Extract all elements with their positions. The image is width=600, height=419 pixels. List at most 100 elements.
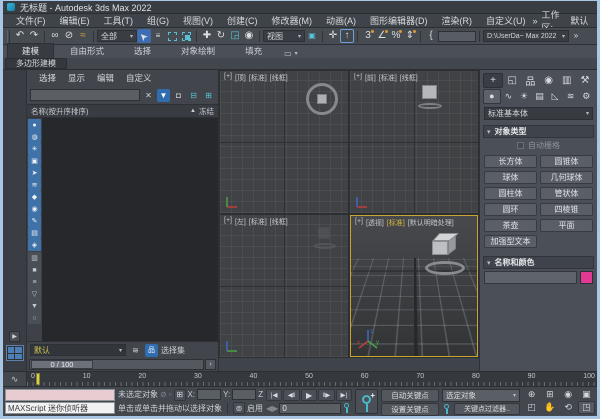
previous-frame-button[interactable]: ◀‖ bbox=[283, 389, 300, 401]
select-by-name-icon[interactable]: ≡ bbox=[151, 29, 165, 43]
go-to-end-button[interactable]: ▶| bbox=[335, 389, 353, 401]
time-slider-thumb[interactable]: 0 / 100 bbox=[31, 360, 93, 369]
viewport-menu-renderer[interactable]: [标准] bbox=[379, 73, 397, 83]
viewport-menu-shading[interactable]: [线框] bbox=[270, 217, 288, 227]
viewport-menu-shading[interactable]: [线框] bbox=[400, 73, 418, 83]
viewport-menu-general[interactable]: [+] bbox=[354, 73, 362, 83]
primitive-button[interactable]: 圆柱体 bbox=[484, 187, 537, 200]
current-frame-field[interactable] bbox=[279, 402, 341, 414]
menu-item[interactable]: 自定义(U) bbox=[479, 14, 533, 27]
motion-tab-icon[interactable]: ◉ bbox=[540, 73, 558, 88]
explorer-tool-icon[interactable]: ○ bbox=[28, 312, 41, 324]
next-frame-button[interactable]: › bbox=[205, 359, 216, 370]
maximize-viewport-icon[interactable]: ◳ bbox=[577, 401, 595, 414]
object-name-field[interactable] bbox=[484, 271, 577, 284]
viewport-menu-general[interactable]: [+] bbox=[355, 218, 363, 228]
menu-item[interactable]: 文件(F) bbox=[9, 14, 53, 27]
menu-item[interactable]: 组(G) bbox=[140, 14, 176, 27]
viewport-menu-general[interactable]: [+] bbox=[224, 217, 232, 227]
explorer-tool-icon[interactable]: ≡ bbox=[28, 276, 41, 288]
menu-item[interactable]: 动画(A) bbox=[319, 14, 363, 27]
explorer-tool-icon[interactable]: ■ bbox=[28, 264, 41, 276]
toolbar-grip[interactable] bbox=[7, 29, 10, 43]
explorer-menu-item[interactable]: 显示 bbox=[64, 72, 89, 84]
explorer-tool-icon[interactable]: ▼ bbox=[28, 300, 41, 312]
move-icon[interactable]: ✚ bbox=[200, 29, 214, 43]
ribbon-tab-selection[interactable]: 选择 bbox=[120, 44, 165, 58]
lock-icon[interactable]: ◘ bbox=[172, 89, 185, 102]
clear-search-icon[interactable]: ✕ bbox=[142, 89, 155, 102]
menu-item[interactable]: 渲染(R) bbox=[435, 14, 480, 27]
spacewarps-category-icon[interactable]: ≋ bbox=[563, 89, 579, 104]
primitive-button[interactable]: 平面 bbox=[540, 219, 593, 232]
ribbon-tab-modeling[interactable]: 建模 bbox=[7, 43, 55, 58]
zoom-extents-all-icon[interactable]: ▣ bbox=[577, 389, 595, 400]
use-pivot-center-icon[interactable]: ▣ bbox=[305, 29, 319, 43]
explorer-menu-item[interactable]: 编辑 bbox=[93, 72, 118, 84]
zoom-extents-icon[interactable]: ◉ bbox=[559, 389, 577, 400]
go-to-start-button[interactable]: |◀ bbox=[266, 389, 283, 401]
expand-all-icon[interactable]: ⊟ bbox=[187, 89, 200, 102]
menu-item[interactable]: 工具(T) bbox=[97, 14, 141, 27]
viewport-menu-pov[interactable]: [前] bbox=[365, 73, 376, 83]
display-filter-icon[interactable]: ◆ bbox=[28, 191, 41, 203]
zoom-region-icon[interactable]: ◰ bbox=[523, 401, 541, 414]
display-filter-icon[interactable]: ◉ bbox=[28, 203, 41, 215]
maxscript-mini-listener[interactable]: MAXScript 迷你侦听器 bbox=[5, 388, 115, 415]
display-filter-icon[interactable]: ➤ bbox=[28, 167, 41, 179]
select-object-icon[interactable]: ➤ bbox=[137, 29, 151, 43]
primitive-button[interactable]: 加强型文本 bbox=[484, 235, 537, 248]
ribbon-tab-populate[interactable]: 填充 bbox=[231, 44, 276, 58]
placement-icon[interactable]: ◉ bbox=[242, 29, 256, 43]
primitive-button[interactable]: 圆环 bbox=[484, 203, 537, 216]
viewcube[interactable] bbox=[418, 85, 444, 111]
primitive-category-dropdown[interactable]: 标准基本体 bbox=[484, 107, 593, 120]
object-type-rollout[interactable]: 对象类型 bbox=[483, 125, 594, 138]
absolute-mode-icon[interactable]: ⊞ bbox=[173, 388, 186, 401]
collapse-all-icon[interactable]: ⊞ bbox=[202, 89, 215, 102]
set-key-button[interactable]: 设置关键点 bbox=[381, 403, 439, 416]
primitive-button[interactable]: 圆锥体 bbox=[540, 155, 593, 168]
key-filter-icon[interactable] bbox=[442, 403, 452, 415]
viewport-front[interactable]: [+] [前] [标准] [线框] bbox=[350, 71, 478, 213]
viewcube[interactable] bbox=[306, 83, 338, 115]
primitive-button[interactable]: 茶壶 bbox=[484, 219, 537, 232]
primitive-button[interactable]: 球体 bbox=[484, 171, 537, 184]
time-ruler[interactable]: 0 10 20 30 40 50 60 70 80 90 100 bbox=[27, 372, 597, 386]
display-filter-icon[interactable]: ▤ bbox=[28, 227, 41, 239]
undo-icon[interactable]: ↶ bbox=[13, 29, 27, 43]
percent-snap-icon[interactable]: % bbox=[389, 29, 403, 43]
named-sets-field[interactable] bbox=[438, 30, 476, 42]
menu-overflow-icon[interactable]: » bbox=[533, 16, 538, 26]
spinner-snap-icon[interactable]: ⇕ bbox=[403, 29, 417, 43]
explorer-tool-icon[interactable]: ▽ bbox=[28, 288, 41, 300]
toolbar-overflow-icon[interactable]: » bbox=[569, 29, 583, 43]
selection-lock-icon[interactable]: ▫ bbox=[169, 390, 172, 399]
menu-item[interactable]: 创建(C) bbox=[220, 14, 265, 27]
mini-curve-editor-button[interactable]: ∿ bbox=[3, 372, 27, 386]
menu-item[interactable]: 编辑(E) bbox=[53, 14, 97, 27]
column-name-header[interactable]: 名称(按升序排序) bbox=[31, 106, 187, 117]
adaptive-degradation-icon[interactable]: ⊚ bbox=[233, 402, 245, 415]
filter-funnel-icon[interactable]: ▼ bbox=[157, 88, 170, 102]
viewport-menu-renderer[interactable]: [标准] bbox=[249, 73, 267, 83]
display-filter-icon[interactable]: ≋ bbox=[28, 179, 41, 191]
explorer-menu-item[interactable]: 选择 bbox=[35, 72, 60, 84]
display-filter-icon[interactable]: ▣ bbox=[28, 155, 41, 167]
polygon-modeling-panel[interactable]: 多边形建模 bbox=[5, 58, 67, 69]
viewport-menu-shading[interactable]: [默认明暗处理] bbox=[408, 218, 454, 228]
primitive-button[interactable]: 几何球体 bbox=[540, 171, 593, 184]
ribbon-config-icon[interactable]: ▭ bbox=[284, 49, 298, 58]
display-filter-icon[interactable]: ◍ bbox=[28, 131, 41, 143]
explorer-column-header[interactable]: 名称(按升序排序) ▲ 冻结 bbox=[27, 104, 218, 118]
layout-flyout-button[interactable]: ▶ bbox=[9, 331, 20, 342]
menu-item[interactable]: 修改器(M) bbox=[265, 14, 320, 27]
viewcube[interactable] bbox=[314, 227, 338, 249]
menu-item[interactable]: 图形编辑器(D) bbox=[363, 14, 435, 27]
ribbon-tab-object-paint[interactable]: 对象绘制 bbox=[167, 44, 229, 58]
auto-key-button[interactable]: 自动关键点 bbox=[381, 389, 439, 402]
primitive-button[interactable]: 四棱锥 bbox=[540, 203, 593, 216]
cameras-category-icon[interactable]: ▤ bbox=[532, 89, 548, 104]
time-slider-track[interactable]: 0 / 100 bbox=[29, 359, 204, 370]
listener-pane[interactable]: MAXScript 迷你侦听器 bbox=[5, 402, 115, 414]
